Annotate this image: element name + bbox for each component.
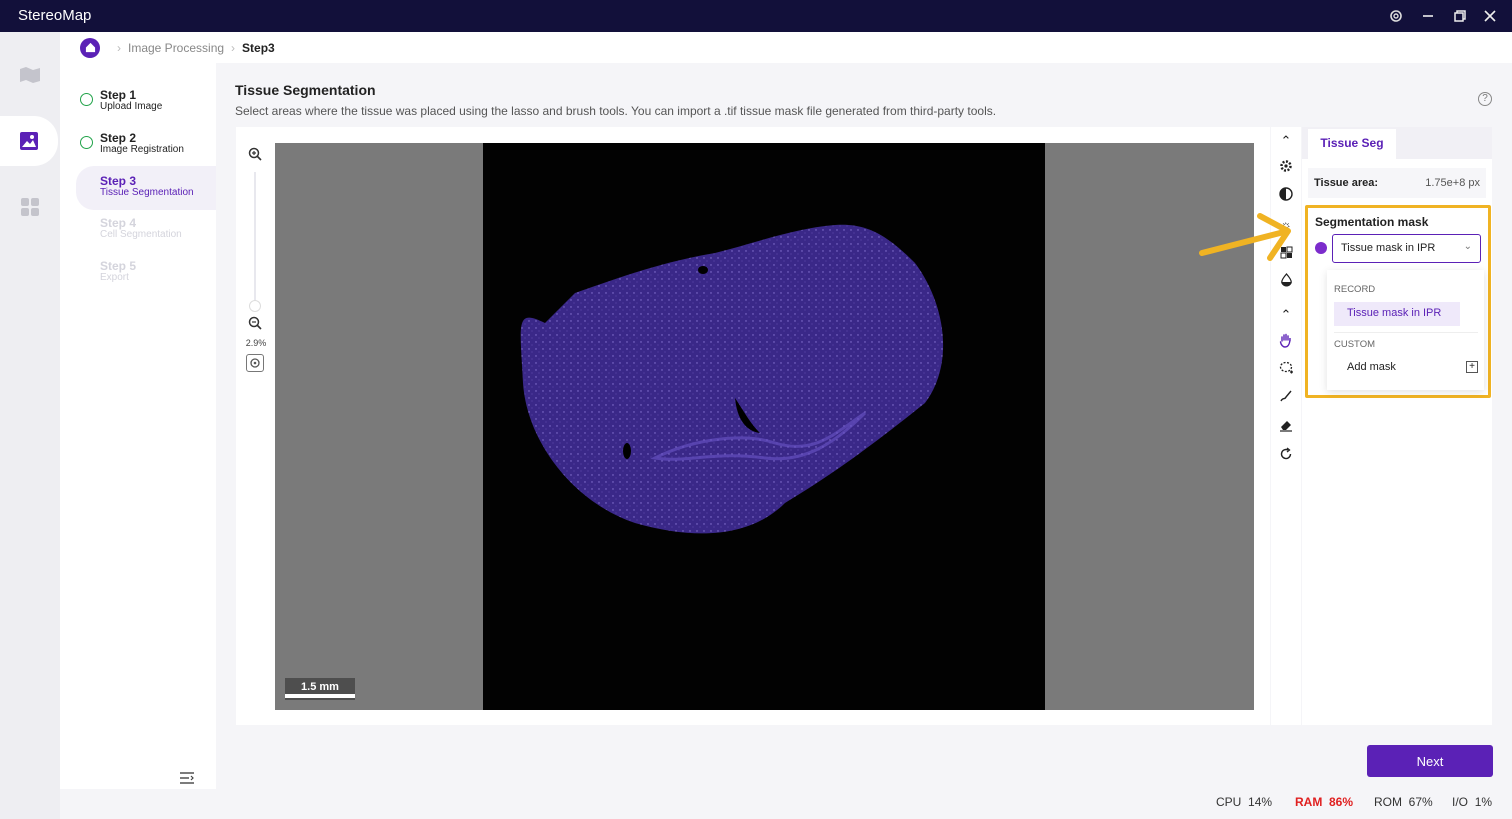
rom-label: ROM bbox=[1374, 795, 1402, 809]
step-subtitle: Tissue Segmentation bbox=[100, 187, 194, 198]
image-processing-nav-icon[interactable] bbox=[0, 116, 58, 166]
tissue-area-value: 1.75e+8 px bbox=[1425, 177, 1480, 189]
io-label: I/O bbox=[1452, 795, 1469, 809]
collapse-menu-icon[interactable] bbox=[179, 771, 197, 787]
tissue-area-row: Tissue area: 1.75e+8 px bbox=[1308, 168, 1486, 198]
segmentation-mask-label: Segmentation mask bbox=[1315, 215, 1429, 229]
section-description: Select areas where the tissue was placed… bbox=[235, 104, 997, 118]
contrast-icon[interactable] bbox=[1276, 187, 1296, 207]
eraser-icon[interactable] bbox=[1276, 418, 1296, 438]
collapse-up-icon[interactable]: ⌃ bbox=[1276, 131, 1296, 151]
breadcrumb-parent[interactable]: Image Processing bbox=[128, 41, 224, 55]
cpu-value: 14% bbox=[1248, 795, 1273, 809]
settings-tool-icon[interactable] bbox=[1276, 159, 1296, 179]
minimize-icon[interactable] bbox=[1418, 6, 1438, 26]
scale-bar: 1.5 mm bbox=[285, 678, 355, 700]
step-subtitle: Image Registration bbox=[100, 144, 184, 155]
breadcrumb-current: Step3 bbox=[242, 40, 275, 55]
breadcrumb: › Image Processing › Step3 bbox=[60, 32, 1512, 63]
home-icon[interactable] bbox=[80, 37, 100, 58]
zoom-out-icon[interactable] bbox=[244, 314, 266, 336]
step-title: Step 5 bbox=[100, 259, 137, 273]
section-title: Tissue Segmentation bbox=[235, 82, 376, 98]
opacity-icon[interactable] bbox=[1276, 273, 1296, 293]
mask-color-dot bbox=[1315, 242, 1327, 254]
step-subtitle: Upload Image bbox=[100, 101, 163, 112]
annotation-arrow-icon bbox=[1199, 213, 1291, 261]
lasso-add-icon[interactable] bbox=[1276, 361, 1296, 381]
mask-select[interactable]: Tissue mask in IPR ⌄ bbox=[1332, 234, 1481, 263]
tissue-area-label: Tissue area: bbox=[1314, 177, 1379, 189]
brush-icon[interactable] bbox=[1276, 389, 1296, 409]
settings-icon[interactable] bbox=[1386, 6, 1406, 26]
restore-icon[interactable] bbox=[1450, 6, 1470, 26]
io-status: I/O 1% bbox=[1452, 795, 1492, 809]
step-subtitle: Cell Segmentation bbox=[100, 229, 182, 240]
step-subtitle: Export bbox=[100, 272, 129, 283]
app-title: StereoMap bbox=[18, 7, 92, 24]
rom-value: 67% bbox=[1408, 795, 1433, 809]
zoom-slider-handle[interactable] bbox=[249, 300, 261, 312]
check-icon bbox=[80, 93, 93, 106]
ram-value: 86% bbox=[1329, 795, 1354, 809]
apps-nav-icon[interactable] bbox=[0, 182, 60, 232]
tab-tissue-seg[interactable]: Tissue Seg bbox=[1308, 129, 1396, 159]
image-canvas[interactable] bbox=[275, 143, 1254, 710]
mask-select-value: Tissue mask in IPR bbox=[1341, 242, 1436, 254]
zoom-in-icon[interactable] bbox=[244, 145, 266, 167]
ram-label: RAM bbox=[1295, 795, 1323, 809]
add-mask-plus-icon[interactable]: + bbox=[1466, 361, 1478, 373]
step-title: Step 3 bbox=[100, 174, 137, 188]
tissue-image bbox=[520, 224, 944, 534]
cpu-status: CPU 14% bbox=[1216, 795, 1272, 809]
collapse-up-icon-2[interactable]: ⌃ bbox=[1276, 305, 1296, 325]
next-button[interactable]: Next bbox=[1367, 745, 1493, 777]
chevron-down-icon: ⌄ bbox=[1463, 241, 1472, 252]
help-icon[interactable]: ? bbox=[1478, 92, 1492, 106]
dropdown-divider bbox=[1334, 332, 1478, 333]
scale-bar-label: 1.5 mm bbox=[301, 681, 339, 693]
cpu-label: CPU bbox=[1216, 795, 1242, 809]
close-icon[interactable] bbox=[1480, 6, 1500, 26]
steps-panel: Step 1 Upload Image Step 2 Image Registr… bbox=[60, 63, 216, 789]
step-1[interactable]: Step 1 Upload Image bbox=[76, 88, 216, 126]
pan-hand-icon[interactable] bbox=[1276, 333, 1296, 353]
ram-status: RAM 86% bbox=[1295, 795, 1353, 809]
scale-bar-line bbox=[285, 694, 355, 698]
fit-view-icon[interactable] bbox=[246, 354, 264, 372]
step-title: Step 2 bbox=[100, 131, 137, 145]
step-title: Step 4 bbox=[100, 216, 137, 230]
rom-status: ROM 67% bbox=[1374, 795, 1433, 809]
breadcrumb-separator: › bbox=[231, 40, 236, 55]
dropdown-item-add-mask[interactable]: Add mask bbox=[1347, 361, 1396, 373]
zoom-level: 2.9% bbox=[245, 338, 267, 348]
step-title: Step 1 bbox=[100, 88, 137, 102]
dropdown-group-record: RECORD bbox=[1334, 284, 1376, 295]
map-nav-icon[interactable] bbox=[0, 50, 60, 100]
step-5: Step 5 Export bbox=[76, 259, 216, 297]
dropdown-item-tissue-mask[interactable]: Tissue mask in IPR bbox=[1334, 302, 1460, 326]
zoom-slider-track[interactable] bbox=[254, 172, 256, 312]
breadcrumb-separator: › bbox=[117, 40, 121, 55]
step-3[interactable]: Step 3 Tissue Segmentation bbox=[76, 166, 216, 210]
title-bar: StereoMap bbox=[0, 0, 1512, 32]
left-nav bbox=[0, 32, 60, 819]
step-4: Step 4 Cell Segmentation bbox=[76, 216, 216, 254]
reset-icon[interactable] bbox=[1276, 447, 1296, 467]
io-value: 1% bbox=[1474, 795, 1493, 809]
step-2[interactable]: Step 2 Image Registration bbox=[76, 131, 216, 169]
check-icon bbox=[80, 136, 93, 149]
dropdown-group-custom: CUSTOM bbox=[1334, 339, 1375, 350]
